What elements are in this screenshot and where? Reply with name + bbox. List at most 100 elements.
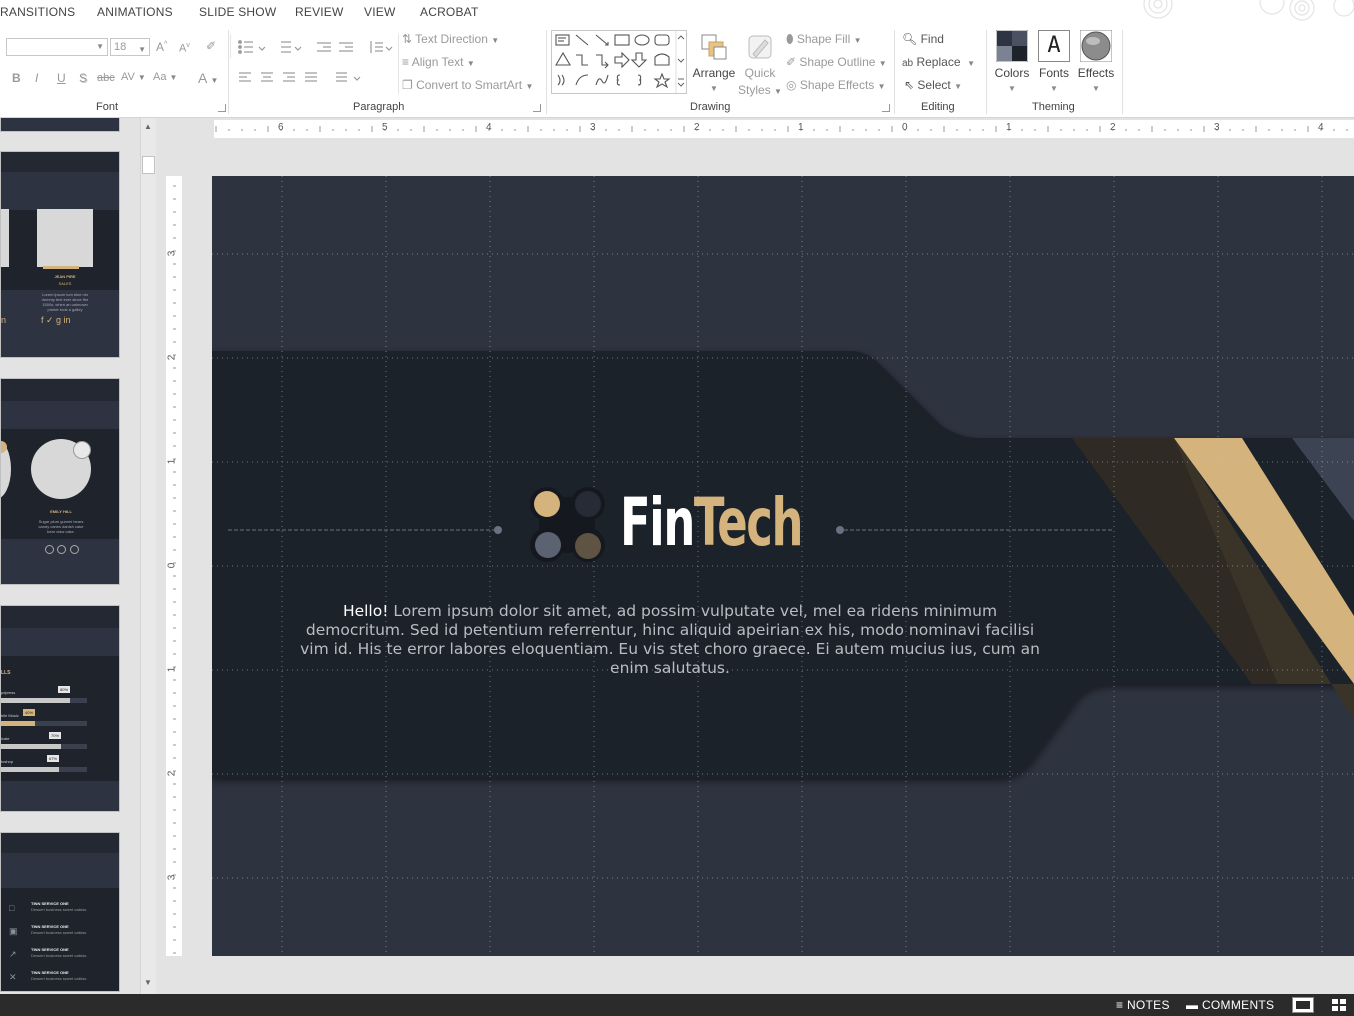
- scroll-up-icon[interactable]: ▲: [144, 122, 152, 131]
- font-group-label: Font: [96, 101, 119, 113]
- character-spacing-label: AV: [121, 71, 135, 83]
- intro-text[interactable]: Hello! Lorem ipsum dolor sit amet, ad po…: [294, 602, 1046, 678]
- service-title: TINN SERVICE ONE: [31, 901, 69, 906]
- effects-button[interactable]: Effects ▼: [1074, 28, 1118, 98]
- strikethrough-button[interactable]: abc: [97, 72, 115, 84]
- office-background-pattern: [1143, 0, 1354, 21]
- colors-button[interactable]: Colors ▼: [990, 28, 1034, 98]
- service-icon: □: [9, 903, 15, 913]
- scrollbar-thumb[interactable]: [142, 156, 155, 174]
- ruler-number: 4: [1318, 122, 1324, 133]
- shapes-gallery-icons[interactable]: [552, 31, 686, 93]
- font-name-combo[interactable]: ▼: [6, 38, 108, 56]
- font-dialog-launcher-icon[interactable]: [218, 104, 226, 112]
- shapes-gallery[interactable]: [551, 30, 687, 94]
- notes-button[interactable]: ≡ NOTES: [1116, 998, 1170, 1012]
- colors-icon: [995, 29, 1029, 63]
- skill-bar-track: [1, 744, 87, 749]
- find-label: Find: [920, 32, 944, 46]
- arrange-button[interactable]: Arrange ▼: [692, 30, 736, 98]
- slide-thumbnail[interactable]: LLS pdpress 80% bile Music 40% icate 70% tosho…: [0, 605, 120, 812]
- comments-label: COMMENTS: [1201, 998, 1275, 1012]
- underline-button[interactable]: U: [57, 71, 66, 85]
- vertical-ruler[interactable]: 3 2 1 0 1 2 3: [166, 176, 182, 956]
- skill-bar-track: [1, 767, 87, 772]
- thumb-body: Sugar plum gummi bears candy canes danis…: [38, 519, 84, 534]
- shape-fill-button[interactable]: ⬮ Shape Fill ▼: [786, 32, 862, 47]
- fonts-button[interactable]: A Fonts ▼: [1032, 28, 1076, 98]
- service-title: TINN SERVICE ONE: [31, 970, 69, 975]
- text-direction-label: Text Direction: [415, 32, 488, 46]
- quick-styles-button[interactable]: Quick Styles ▼: [738, 30, 782, 98]
- skill-percent: 80%: [58, 686, 71, 693]
- align-text-button[interactable]: ≡ Align Text ▼: [402, 55, 475, 69]
- comments-button[interactable]: ▬ COMMENTS: [1186, 998, 1274, 1012]
- character-spacing-button[interactable]: AV ▼: [121, 71, 146, 83]
- normal-view-icon[interactable]: [1292, 997, 1314, 1013]
- list-indent-icons[interactable]: [237, 38, 397, 58]
- skill-label: icate: [1, 736, 10, 741]
- effects-label: Effects: [1077, 66, 1115, 80]
- shape-outline-button[interactable]: ✐ Shape Outline ▼: [786, 55, 887, 69]
- skill-bar-fill: [1, 767, 59, 772]
- ruler-number: 2: [166, 770, 178, 777]
- skill-label: bile Music: [1, 713, 19, 718]
- ruler-number: 3: [166, 874, 178, 881]
- shape-outline-label: Shape Outline: [799, 55, 876, 69]
- ruler-number: 3: [166, 250, 178, 257]
- slide[interactable]: FinTech Hello! Lorem ipsum dolor sit ame…: [212, 176, 1354, 956]
- bold-button[interactable]: B: [12, 71, 21, 85]
- tab-transitions[interactable]: RANSITIONS: [0, 5, 75, 19]
- paragraph-dialog-launcher-icon[interactable]: [533, 104, 541, 112]
- fonts-label: Fonts: [1038, 66, 1069, 80]
- font-size-value: 18: [114, 41, 127, 53]
- find-button[interactable]: 🔍︎ Find: [902, 32, 944, 46]
- thumbnails-scrollbar[interactable]: ▲ ▼: [140, 118, 156, 994]
- replace-button[interactable]: ab Replace ▼: [902, 55, 975, 69]
- tab-review[interactable]: REVIEW: [295, 5, 344, 19]
- ruler-number: 1: [166, 666, 178, 673]
- quick-styles-label-2: Styles ▼: [738, 83, 782, 97]
- horizontal-ruler[interactable]: 6 5 4 3 2 1 0 1 2 3 4: [214, 120, 1354, 138]
- ribbon: ▼ 18 ▼ A^ Av ✐ B I U S abc AV ▼ Aa ▼ A ▼…: [0, 26, 1354, 118]
- thumb-body: Lorem ipsum lum bine nin dummy text ever…: [41, 292, 89, 312]
- grow-font-icon[interactable]: A^: [156, 40, 167, 54]
- skill-label: toshop: [1, 759, 14, 764]
- service-subtitle: Dessert business sweet caikiss: [31, 930, 87, 935]
- slide-thumbnail[interactable]: □ TINN SERVICE ONE Dessert business sweet …: [0, 832, 120, 992]
- scroll-down-icon[interactable]: ▼: [144, 978, 152, 987]
- select-button[interactable]: ⇖ Select ▼: [904, 78, 962, 92]
- text-direction-button[interactable]: ⇅ Text Direction ▼: [402, 32, 499, 46]
- font-color-button[interactable]: A ▼: [198, 70, 218, 86]
- replace-label: Replace: [916, 55, 961, 69]
- shrink-font-icon[interactable]: Av: [179, 42, 190, 55]
- theming-group-label: Theming: [1032, 101, 1075, 113]
- tab-slide-show[interactable]: SLIDE SHOW: [199, 5, 276, 19]
- tab-view[interactable]: VIEW: [364, 5, 395, 19]
- slide-thumbnail[interactable]: [0, 118, 120, 132]
- slide-sorter-view-icon[interactable]: [1330, 997, 1348, 1013]
- convert-smartart-button[interactable]: ❐ Convert to SmartArt ▼: [402, 78, 533, 92]
- cursor-icon: ⇖: [904, 78, 915, 92]
- tab-acrobat[interactable]: ACROBAT: [420, 5, 479, 19]
- shadow-button[interactable]: S: [79, 71, 87, 85]
- change-case-button[interactable]: Aa ▼: [153, 71, 177, 83]
- shape-effects-button[interactable]: ◎ Shape Effects ▼: [786, 78, 886, 92]
- slide-thumbnail[interactable]: EMILY HILL Sugar plum gummi bears candy …: [0, 378, 120, 585]
- paragraph-align-icons[interactable]: [237, 70, 367, 86]
- logo-fin: Fin: [620, 484, 695, 561]
- ruler-number: 1: [798, 122, 804, 133]
- ruler-number: 4: [486, 122, 492, 133]
- notes-icon: ≡: [1116, 998, 1124, 1012]
- clear-formatting-icon[interactable]: ✐: [206, 39, 216, 53]
- convert-smartart-label: Convert to SmartArt: [416, 78, 523, 92]
- ruler-number: 3: [590, 122, 596, 133]
- tab-animations[interactable]: ANIMATIONS: [97, 5, 173, 19]
- slide-thumbnail[interactable]: JEAN PIRE SALES Lorem ipsum lum bine nin…: [0, 151, 120, 358]
- arrange-label: Arrange: [692, 66, 736, 80]
- font-size-combo[interactable]: 18 ▼: [110, 38, 150, 56]
- italic-button[interactable]: I: [35, 71, 38, 85]
- drawing-dialog-launcher-icon[interactable]: [882, 104, 890, 112]
- service-icon: ✕: [9, 972, 17, 982]
- service-title: TINN SERVICE ONE: [31, 924, 69, 929]
